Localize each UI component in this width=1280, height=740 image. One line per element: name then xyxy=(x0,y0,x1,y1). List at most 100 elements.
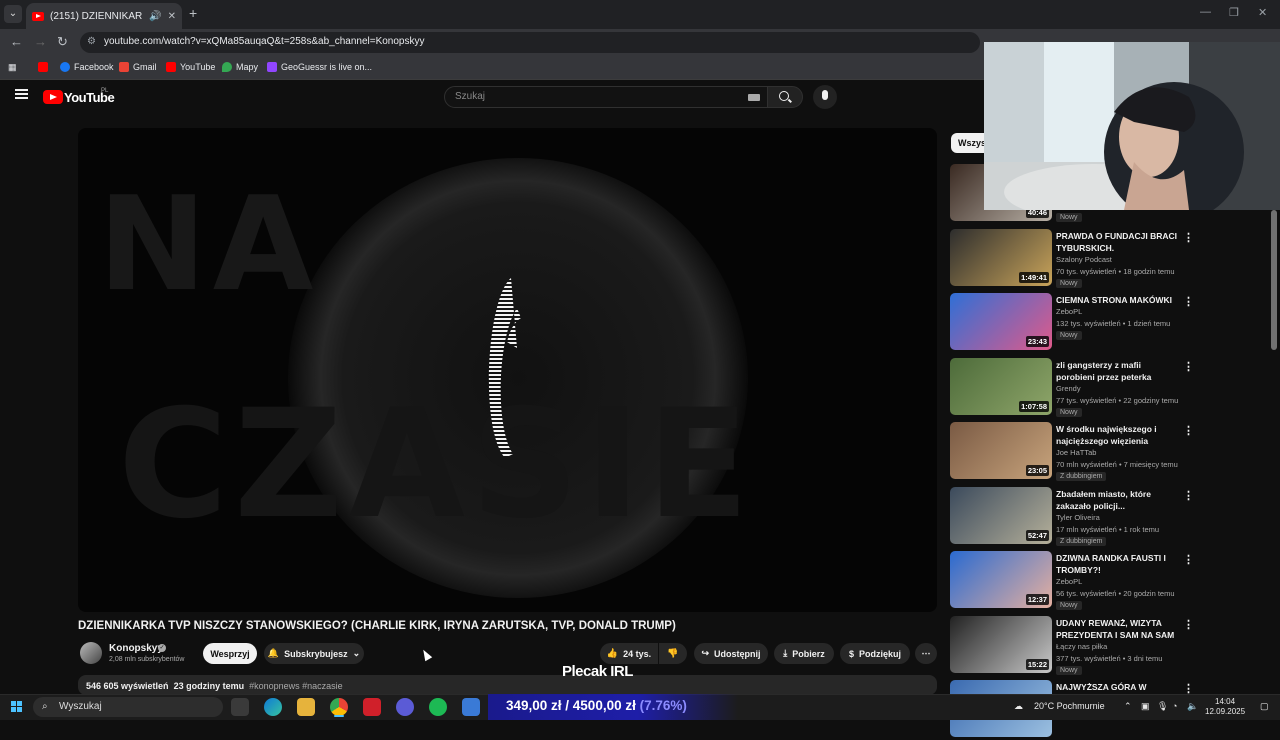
recommendation-item[interactable]: 1:49:41 PRAWDA O FUNDACJI BRACI TYBURSKIC… xyxy=(950,228,1194,289)
back-icon[interactable]: ← xyxy=(10,34,23,49)
notifications-icon[interactable]: ▢ xyxy=(1260,701,1269,712)
recommendation-channel[interactable]: Tyler Oliveira xyxy=(1056,513,1100,522)
more-options-icon[interactable]: ⋮ xyxy=(1183,489,1194,502)
recommendation-title[interactable]: zli gangsterzy z mafii porobieni przez p… xyxy=(1056,359,1180,383)
share-label: Udostępnij xyxy=(714,648,761,659)
speaker-icon[interactable]: 🔊 xyxy=(149,11,161,22)
weather-icon[interactable]: ☁ xyxy=(1014,701,1023,712)
donation-percent: (7.76%) xyxy=(639,698,687,713)
recommendation-title[interactable]: NAJWYŻSZA GÓRA W xyxy=(1056,681,1180,693)
recommendation-item[interactable]: 52:47 Zbadałem miasto, które zakazało pol… xyxy=(950,486,1194,547)
apps-grid-icon[interactable]: ▦ xyxy=(8,62,17,73)
minimize-icon[interactable]: — xyxy=(1200,6,1211,18)
more-options-icon[interactable]: ⋮ xyxy=(1183,360,1194,373)
mic-tray-icon[interactable]: 🎙 xyxy=(1157,701,1168,712)
bookmark-label: Mapy xyxy=(236,62,259,72)
recommendation-title[interactable]: W środku największego i najcięższego wię… xyxy=(1056,423,1180,447)
task-view-icon[interactable] xyxy=(231,698,249,716)
search-input[interactable] xyxy=(444,86,768,108)
donation-goal-text: 349,00 zł / 4500,00 zł (7.76%) xyxy=(506,698,687,713)
more-options-icon[interactable]: ⋮ xyxy=(1183,424,1194,437)
scrollbar[interactable] xyxy=(1271,210,1277,350)
hashtags[interactable]: #konopnews #naczasie xyxy=(249,681,343,691)
recommendation-item[interactable]: 12:37 DZIWNA RANDKA FAUSTI I TROMBY?! Zebo… xyxy=(950,551,1194,611)
bookmark-geoguessr[interactable]: GeoGuessr is live on... xyxy=(267,62,372,72)
recommendation-item[interactable]: 23:43 CIEMNA STRONA MAKÓWKI ZeboPL 132 tys.… xyxy=(950,293,1194,353)
tab-search-dropdown-icon[interactable]: ⌄ xyxy=(4,5,22,23)
address-url[interactable]: youtube.com/watch?v=xQMa85auqaQ&t=258s&a… xyxy=(104,36,425,47)
recommendation-title[interactable]: Zbadałem miasto, które zakazało policji.… xyxy=(1056,488,1180,512)
recommendation-channel[interactable]: Grendy xyxy=(1056,384,1081,393)
recommendation-title[interactable]: UDANY REWANŻ, WIZYTA PREZYDENTA I SAM NA… xyxy=(1056,617,1180,641)
bookmark-gmail[interactable]: Gmail xyxy=(119,62,157,72)
window-close-icon[interactable]: ✕ xyxy=(1258,6,1267,19)
recommendation-item[interactable]: 1:07:58 zli gangsterzy z mafii porobieni … xyxy=(950,357,1194,418)
bookmark-facebook[interactable]: Facebook xyxy=(60,62,114,72)
channel-name[interactable]: Konopskyy xyxy=(109,643,163,654)
edge-icon[interactable] xyxy=(264,698,282,716)
tray-apps-icon[interactable]: ▣ xyxy=(1141,701,1150,712)
more-actions-button[interactable]: ⋯ xyxy=(915,643,937,664)
support-button[interactable]: Wesprzyj xyxy=(203,643,257,664)
recommendation-title[interactable]: PRAWDA O FUNDACJI BRACI TYBURSKICH. xyxy=(1056,230,1180,254)
weather-text[interactable]: 20°C Pochmurnie xyxy=(1034,701,1105,711)
browser-tab[interactable]: (2151) DZIENNIKARKA TVP 🔊 ✕ xyxy=(26,3,182,29)
thanks-button[interactable]: $ Podziękuj xyxy=(840,643,910,664)
obs-icon[interactable] xyxy=(396,698,414,716)
keyboard-icon[interactable] xyxy=(748,94,760,101)
dislike-button[interactable]: 👎 xyxy=(659,643,687,664)
video-thumbnail[interactable]: 15:22 xyxy=(950,615,1052,673)
video-player[interactable]: NA CZASIE xyxy=(78,128,937,612)
forward-icon[interactable]: → xyxy=(34,34,47,49)
video-thumbnail[interactable]: 1:07:58 xyxy=(950,357,1052,415)
gmail-icon xyxy=(119,62,129,72)
recommendation-item[interactable]: 15:22 UDANY REWANŻ, WIZYTA PREZYDENTA I S… xyxy=(950,615,1194,676)
share-button[interactable]: ↪ Udostępnij xyxy=(694,643,768,664)
bookmark-youtube-icon[interactable] xyxy=(38,62,48,72)
recommendation-channel[interactable]: Joe HaTTab xyxy=(1056,448,1096,457)
site-info-icon[interactable]: ⚙ xyxy=(87,36,96,47)
more-options-icon[interactable]: ⋮ xyxy=(1183,231,1194,244)
recommendation-item[interactable]: 23:05 W środku największego i najcięższeg… xyxy=(950,422,1194,482)
recommendation-channel[interactable]: Szalony Podcast xyxy=(1056,255,1112,264)
taskbar-search-label: Wyszukaj xyxy=(59,701,102,712)
bookmark-maps[interactable]: Mapy xyxy=(222,62,258,72)
video-duration: 15:22 xyxy=(1025,658,1049,670)
chrome-icon[interactable] xyxy=(330,698,348,716)
download-button[interactable]: ⤓ Pobierz xyxy=(774,643,834,664)
video-thumbnail[interactable]: 12:37 xyxy=(950,551,1052,608)
windows-start-icon[interactable] xyxy=(11,701,22,712)
like-button[interactable]: 👍 24 tys. xyxy=(600,643,658,664)
reload-icon[interactable]: ↻ xyxy=(57,34,68,50)
more-options-icon[interactable]: ⋮ xyxy=(1183,553,1194,566)
more-options-icon[interactable]: ⋮ xyxy=(1183,295,1194,308)
file-explorer-icon[interactable] xyxy=(297,698,315,716)
maximize-icon[interactable]: ❐ xyxy=(1229,6,1239,19)
subscriber-count: 2,08 mln subskrybentów xyxy=(109,656,185,663)
spotify-icon[interactable] xyxy=(429,698,447,716)
recommendation-channel[interactable]: Łączy nas piłka xyxy=(1056,642,1107,651)
wifi-icon[interactable]: ◔ xyxy=(1172,701,1177,711)
recommendation-title[interactable]: DZIWNA RANDKA FAUSTI I TROMBY?! xyxy=(1056,552,1180,576)
hamburger-menu-icon[interactable] xyxy=(15,89,28,99)
channel-avatar[interactable] xyxy=(80,642,102,664)
wps-office-icon[interactable] xyxy=(363,698,381,716)
tray-chevron-icon[interactable]: ⌃ xyxy=(1124,701,1132,712)
volume-icon[interactable]: 🔈 xyxy=(1187,701,1198,712)
app-icon[interactable] xyxy=(462,698,480,716)
video-thumbnail[interactable]: 1:49:41 xyxy=(950,228,1052,286)
youtube-logo-icon[interactable] xyxy=(43,90,63,104)
more-options-icon[interactable]: ⋮ xyxy=(1183,618,1194,631)
video-thumbnail[interactable]: 52:47 xyxy=(950,486,1052,544)
video-thumbnail[interactable]: 23:05 xyxy=(950,422,1052,479)
video-thumbnail[interactable]: 23:43 xyxy=(950,293,1052,350)
recommendation-channel[interactable]: ZeboPL xyxy=(1056,307,1082,316)
subscribe-button[interactable]: 🔔 Subskrybujesz ⌄ xyxy=(264,643,364,664)
clock[interactable]: 14:04 12.09.2025 xyxy=(1205,697,1245,717)
new-tab-icon[interactable]: + xyxy=(189,5,197,21)
microphone-icon xyxy=(822,90,828,100)
recommendation-title[interactable]: CIEMNA STRONA MAKÓWKI xyxy=(1056,294,1180,306)
bookmark-youtube[interactable]: YouTube xyxy=(166,62,215,72)
recommendation-channel[interactable]: ZeboPL xyxy=(1056,577,1082,586)
close-tab-icon[interactable]: ✕ xyxy=(168,11,176,22)
